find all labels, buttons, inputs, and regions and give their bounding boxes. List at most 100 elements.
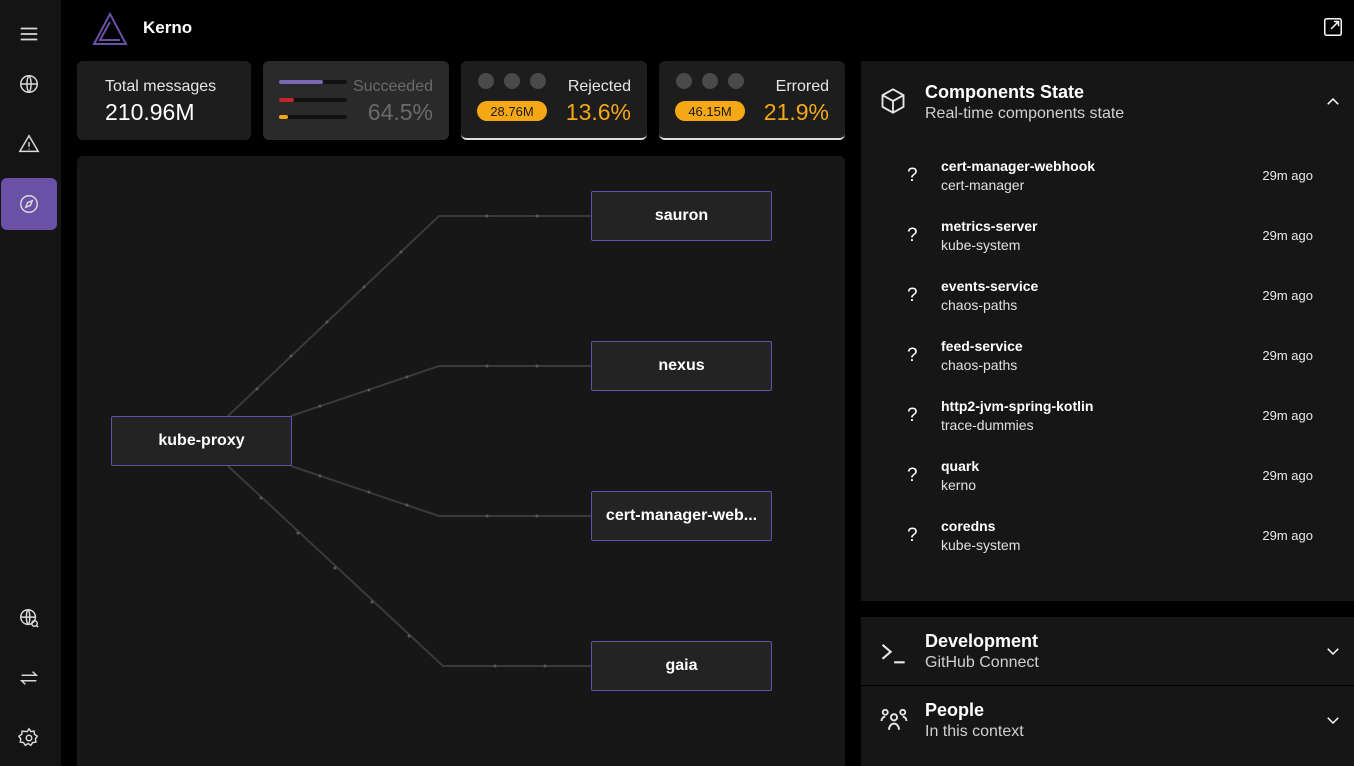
graph-node-target[interactable]: sauron: [591, 191, 772, 241]
chevron-down-icon[interactable]: [1324, 711, 1342, 729]
component-namespace: kube-system: [941, 237, 1021, 253]
nav-globe[interactable]: [1, 58, 57, 110]
component-row[interactable]: ? quark kerno 29m ago: [861, 453, 1354, 513]
rejected-label: Rejected: [567, 78, 631, 95]
component-namespace: kerno: [941, 477, 977, 493]
globe-search-icon: [20, 609, 39, 628]
edge-cert-manager: [290, 465, 591, 517]
development-panel[interactable]: Development GitHub Connect: [861, 617, 1354, 685]
errored-label: Errored: [775, 78, 829, 95]
indicator-dot: [478, 73, 494, 89]
sidebar: [0, 0, 61, 766]
expand-icon[interactable]: [1322, 16, 1344, 38]
warning-icon: [18, 134, 40, 153]
chevron-down-icon[interactable]: [1324, 642, 1342, 660]
total-messages-card: Total messages 210.96M: [77, 61, 251, 140]
menu-button[interactable]: [1, 8, 57, 60]
menu-icon: [20, 27, 38, 41]
rejected-count-badge: 28.76M: [477, 101, 547, 121]
component-name: feed-service: [941, 338, 1023, 354]
components-state-panel: Components State Real-time components st…: [861, 61, 1354, 601]
total-messages-label: Total messages: [105, 78, 217, 95]
component-namespace: kube-system: [941, 537, 1021, 553]
rejected-card[interactable]: 28.76M Rejected 13.6%: [461, 61, 647, 140]
component-row[interactable]: ? events-service chaos-paths 29m ago: [861, 273, 1354, 333]
component-time: 29m ago: [1262, 348, 1313, 363]
succeeded-label: Succeeded: [352, 78, 433, 95]
component-time: 29m ago: [1262, 528, 1313, 543]
component-row[interactable]: ? feed-service chaos-paths 29m ago: [861, 333, 1354, 393]
component-namespace: cert-manager: [941, 177, 1025, 193]
indicator-dot: [504, 73, 520, 89]
errored-value: 21.9%: [763, 99, 829, 125]
people-subtitle: In this context: [925, 723, 1024, 740]
indicator-dot: [728, 73, 744, 89]
component-name: cert-manager-webhook: [941, 158, 1096, 174]
component-time: 29m ago: [1262, 468, 1313, 483]
component-time: 29m ago: [1262, 288, 1313, 303]
unknown-status-icon: ?: [907, 285, 918, 306]
component-name: events-service: [941, 278, 1039, 294]
indicator-dot: [676, 73, 692, 89]
graph-node-target[interactable]: cert-manager-web...: [591, 491, 772, 541]
nav-settings[interactable]: [1, 712, 57, 764]
total-messages-value: 210.96M: [105, 99, 195, 125]
component-row[interactable]: ? metrics-server kube-system 29m ago: [861, 213, 1354, 273]
globe-icon: [20, 75, 38, 93]
cube-icon: [881, 88, 905, 114]
errored-card[interactable]: 46.15M Errored 21.9%: [659, 61, 845, 140]
unknown-status-icon: ?: [907, 405, 918, 426]
app-name: Kerno: [143, 18, 193, 37]
components-state-header[interactable]: Components State Real-time components st…: [861, 61, 1354, 141]
rejected-bar-track: [279, 115, 347, 119]
settings-icon: [18, 727, 39, 747]
component-row[interactable]: ? coredns kube-system 29m ago: [861, 513, 1354, 573]
component-time: 29m ago: [1262, 228, 1313, 243]
unknown-status-icon: ?: [907, 345, 918, 366]
rejected-value: 13.6%: [565, 99, 631, 125]
terminal-icon: [881, 644, 905, 664]
people-title: People: [925, 700, 985, 720]
service-graph[interactable]: kube-proxy sauron nexus cert-manager-web…: [77, 156, 845, 766]
component-namespace: chaos-paths: [941, 297, 1018, 313]
succeeded-bar: [279, 80, 323, 84]
kerno-logo-icon: [92, 12, 128, 45]
nav-globe-search[interactable]: [1, 592, 57, 644]
errored-count-badge: 46.15M: [675, 101, 745, 121]
people-icon: [880, 708, 908, 730]
component-name: metrics-server: [941, 218, 1038, 234]
component-time: 29m ago: [1262, 168, 1313, 183]
development-title: Development: [925, 631, 1039, 651]
nav-alerts[interactable]: [1, 118, 57, 170]
compass-icon: [20, 195, 38, 213]
edge-nexus: [290, 365, 591, 417]
unknown-status-icon: ?: [907, 525, 918, 546]
top-bar: Kerno: [61, 0, 1354, 56]
component-time: 29m ago: [1262, 408, 1313, 423]
unknown-status-icon: ?: [907, 165, 918, 186]
unknown-status-icon: ?: [907, 465, 918, 486]
component-namespace: chaos-paths: [941, 357, 1018, 373]
nav-swap[interactable]: [1, 652, 57, 704]
component-namespace: trace-dummies: [941, 417, 1034, 433]
chevron-up-icon[interactable]: [1324, 93, 1342, 111]
swap-icon: [19, 671, 39, 685]
graph-node-target[interactable]: gaia: [591, 641, 772, 691]
unknown-status-icon: ?: [907, 225, 918, 246]
indicator-dot: [702, 73, 718, 89]
graph-node-target[interactable]: nexus: [591, 341, 772, 391]
succeeded-value: 64.5%: [367, 99, 433, 125]
rejected-bar: [279, 115, 288, 119]
development-subtitle: GitHub Connect: [925, 654, 1039, 671]
errored-bar: [279, 98, 294, 102]
succeeded-card[interactable]: Succeeded 64.5%: [263, 61, 449, 140]
component-row[interactable]: ? cert-manager-webhook cert-manager 29m …: [861, 153, 1354, 213]
nav-explore[interactable]: [1, 178, 57, 230]
indicator-dot: [530, 73, 546, 89]
graph-node-source[interactable]: kube-proxy: [111, 416, 292, 466]
components-state-subtitle: Real-time components state: [925, 105, 1125, 122]
component-name: quark: [941, 458, 980, 474]
component-row[interactable]: ? http2-jvm-spring-kotlin trace-dummies …: [861, 393, 1354, 453]
component-name: http2-jvm-spring-kotlin: [941, 398, 1094, 414]
people-panel[interactable]: People In this context: [861, 686, 1354, 766]
